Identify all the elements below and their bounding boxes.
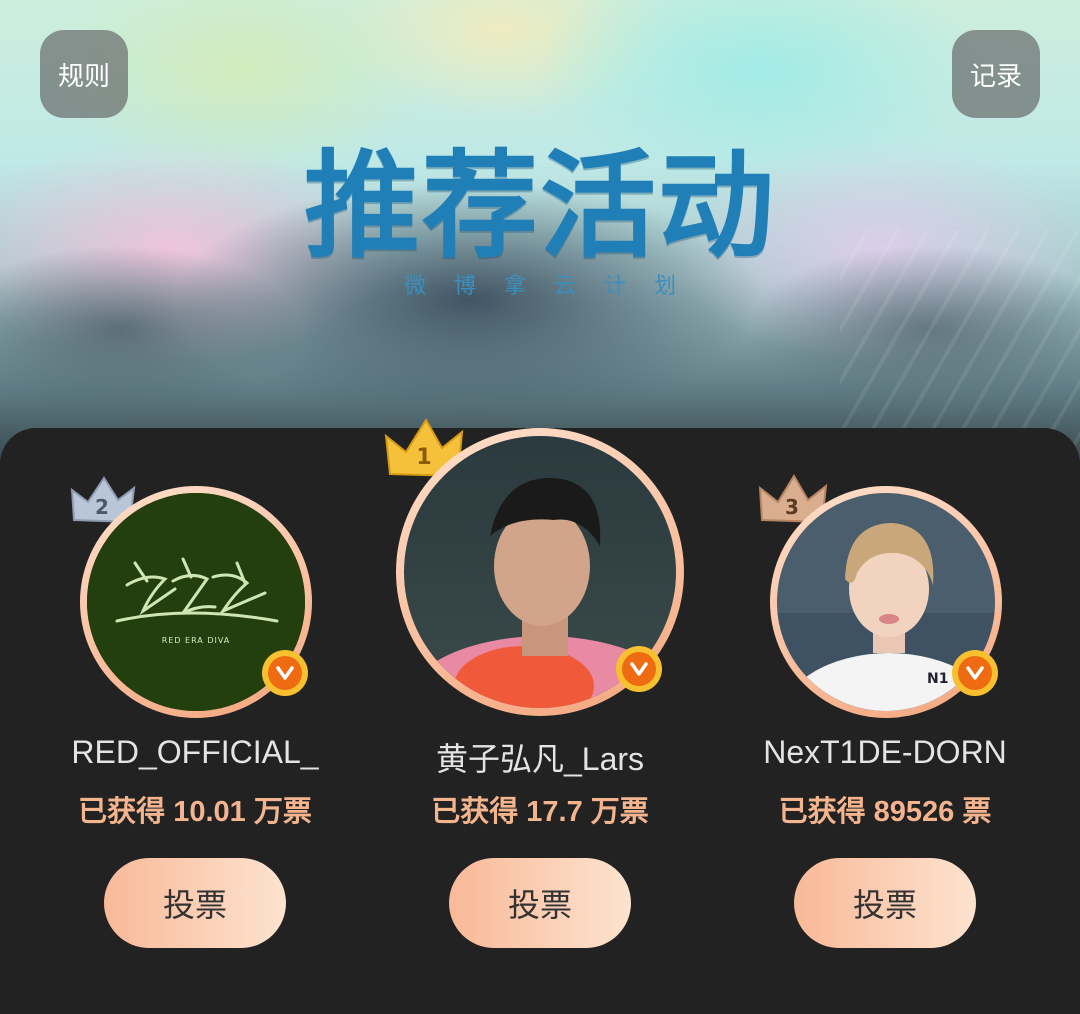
candidate-name[interactable]: RED_OFFICIAL_ (40, 734, 350, 771)
records-button[interactable]: 记录 (952, 30, 1040, 118)
vote-button[interactable]: 投票 (104, 858, 286, 948)
page-subtitle: 微博拿云计划 (403, 274, 704, 299)
vote-count: 已获得 10.01 万票 (78, 796, 312, 828)
hero-banner: 推荐活动 微博拿云计划 规则 记录 (0, 0, 1080, 460)
vote-button[interactable]: 投票 (449, 858, 631, 948)
verified-v-icon (616, 646, 662, 692)
verified-v-icon (262, 650, 308, 696)
shirt-text: N1 (927, 671, 948, 687)
logo-text: RED ERA DIVA (162, 636, 231, 645)
candidate-name[interactable]: 黄子弘凡_Lars (380, 734, 700, 780)
vote-count: 已获得 17.7 万票 (431, 796, 649, 828)
rank-number: 3 (785, 495, 799, 519)
page-title: 推荐活动 (304, 139, 776, 274)
ranking-panel: 2 RED ERA DIVA RED_OFFICIAL_ 已获得 10.01 万… (0, 418, 1080, 1014)
vote-count: 已获得 89526 票 (778, 796, 992, 828)
rank-number: 1 (416, 445, 431, 470)
candidate-card-rank-2: 2 RED ERA DIVA RED_OFFICIAL_ 已获得 10.01 万… (40, 428, 350, 1014)
rules-button[interactable]: 规则 (40, 30, 128, 118)
verified-v-icon (952, 650, 998, 696)
candidate-name[interactable]: NexT1DE-DORN (730, 734, 1040, 771)
candidate-card-rank-3: 3 N1 NexT1DE-DORN 已获得 89526 票 投票 (730, 428, 1040, 1014)
vote-button[interactable]: 投票 (794, 858, 976, 948)
candidate-card-rank-1: 1 黄子弘凡_Lars 已获得 17.7 万票 投票 (380, 418, 700, 1014)
rank-number: 2 (95, 495, 109, 519)
